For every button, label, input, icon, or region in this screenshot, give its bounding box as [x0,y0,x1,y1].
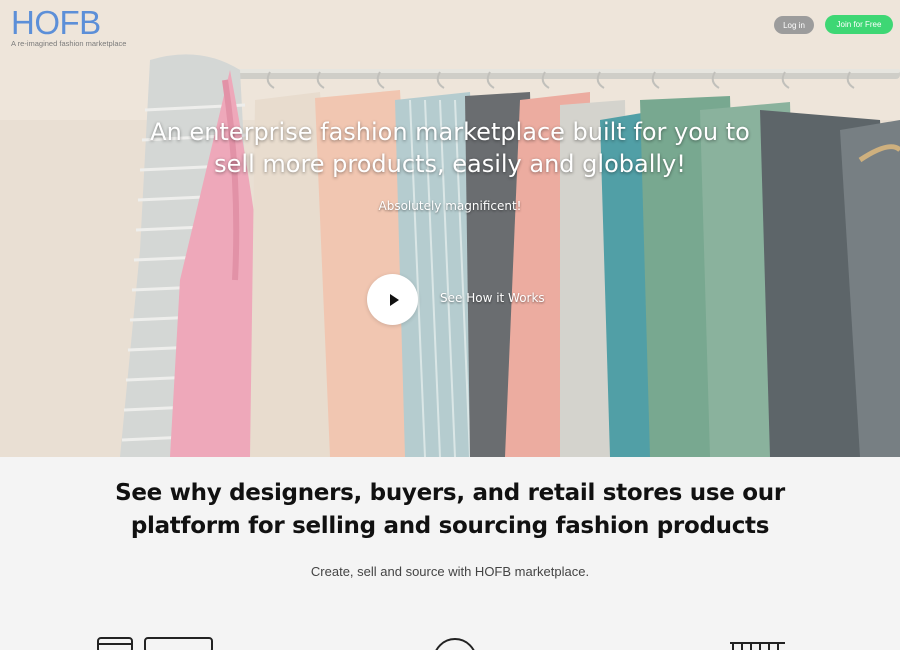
shopping-basket-icon [730,642,785,650]
brand-name[interactable]: HOFB [11,6,126,40]
monitor-icon [144,637,213,650]
storefront-icon [97,637,133,650]
brand-logo[interactable]: HOFB A re-imagined fashion marketplace [11,6,127,49]
join-free-button[interactable]: Join for Free [825,15,893,34]
hero-banner: HOFB A re-imagined fashion marketplace L… [0,0,900,457]
section-title: See why designers, buyers, and retail st… [115,480,785,539]
play-icon [389,293,399,306]
circle-icon [435,638,475,650]
see-how-it-works-link[interactable]: See How it Works [440,291,545,305]
section-subtitle: Create, sell and source with HOFB market… [310,564,590,579]
hero-subheadline: Absolutely magnificent! [378,199,522,213]
brand-tagline: A re-imagined fashion marketplace [11,39,127,48]
feature-icons-row [97,637,785,650]
hero-headline: An enterprise fashion marketplace built … [150,118,750,178]
login-button[interactable]: Log in [774,16,814,34]
play-video-button[interactable] [367,274,418,325]
hero-overlay [0,0,900,457]
